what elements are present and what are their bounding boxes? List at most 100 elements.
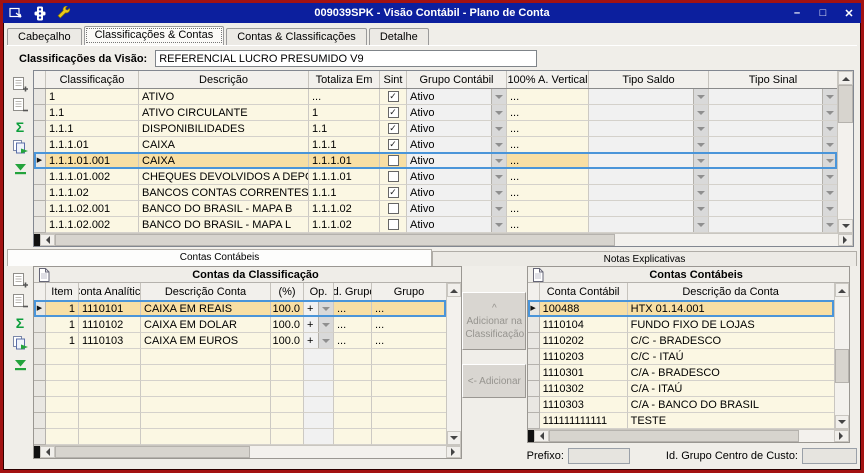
dropdown-icon[interactable] (491, 121, 506, 136)
dropdown-icon[interactable] (822, 105, 837, 120)
dropdown-icon[interactable] (318, 333, 333, 348)
table-row[interactable]: 1110303 C/A - BANCO DO BRASIL (528, 397, 834, 413)
table-row[interactable]: 1110203 C/C - ITAÚ (528, 349, 834, 365)
dropdown-icon[interactable] (822, 169, 837, 184)
sum-icon[interactable]: Σ (11, 118, 29, 135)
table-row[interactable]: 1 1110103 CAIXA EM EUROS 100.0 + ... ... (34, 333, 446, 349)
tab-contas-classificacoes[interactable]: Contas & Classificações (226, 28, 367, 45)
right-grid-vscrollbar[interactable] (834, 283, 849, 429)
sint-checkbox[interactable]: ✓ (388, 107, 399, 118)
tab-classificacoes-contas[interactable]: Classificações & Contas (84, 26, 225, 45)
col-descricao[interactable]: Descrição (139, 71, 309, 88)
add-record-icon[interactable] (11, 272, 29, 289)
table-row[interactable]: 1.1.1.02.002 BANCO DO BRASIL - MAPA L 1.… (34, 217, 837, 233)
left-grid-hscrollbar[interactable] (34, 445, 461, 458)
tab-notas-explicativas[interactable]: Notas Explicativas (432, 251, 857, 266)
dropdown-icon[interactable] (822, 153, 837, 168)
col-grupo[interactable]: Grupo (372, 283, 446, 300)
dropdown-icon[interactable] (491, 153, 506, 168)
dropdown-icon[interactable] (693, 89, 708, 104)
sint-checkbox[interactable]: ✓ (388, 139, 399, 150)
table-row[interactable]: ▶ 100488 HTX 01.14.001 (528, 301, 834, 317)
table-row[interactable]: 1.1.1.01.002 CHEQUES DEVOLVIDOS A DEPOSI… (34, 169, 837, 185)
table-row[interactable]: 1.1.1 DISPONIBILIDADES 1.1 ✓ Ativo ... (34, 121, 837, 137)
dropdown-icon[interactable] (491, 105, 506, 120)
dropdown-icon[interactable] (693, 169, 708, 184)
sum-icon[interactable]: Σ (11, 314, 29, 331)
dropdown-icon[interactable] (693, 217, 708, 232)
sint-checkbox[interactable] (388, 171, 399, 182)
dropdown-icon[interactable] (491, 217, 506, 232)
table-row[interactable]: 1.1.1.02.001 BANCO DO BRASIL - MAPA B 1.… (34, 201, 837, 217)
adicionar-button[interactable]: <- Adicionar (462, 364, 526, 398)
table-row[interactable]: 1110202 C/C - BRADESCO (528, 333, 834, 349)
dropdown-icon[interactable] (693, 201, 708, 216)
col-item[interactable]: Item (46, 283, 79, 300)
col-op[interactable]: Op. (304, 283, 334, 300)
dropdown-icon[interactable] (822, 121, 837, 136)
sint-checkbox[interactable] (388, 203, 399, 214)
table-row[interactable]: 1110302 C/A - ITAÚ (528, 381, 834, 397)
copy-export-icon[interactable] (11, 139, 29, 156)
classification-grid-hscrollbar[interactable] (34, 233, 853, 246)
tab-cabecalho[interactable]: Cabeçalho (7, 28, 82, 45)
table-row[interactable]: 1.1 ATIVO CIRCULANTE 1 ✓ Ativo ... (34, 105, 837, 121)
table-row[interactable]: ▶ 1 1110101 CAIXA EM REAIS 100.0 + ... .… (34, 301, 446, 317)
table-row[interactable] (34, 429, 446, 445)
dropdown-icon[interactable] (491, 169, 506, 184)
prefixo-input[interactable] (568, 448, 630, 464)
table-row[interactable] (34, 397, 446, 413)
table-row[interactable]: 1 ATIVO ... ✓ Ativo ... (34, 89, 837, 105)
col-totaliza-em[interactable]: Totaliza Em (309, 71, 380, 88)
goto-last-icon[interactable] (11, 160, 29, 177)
dropdown-icon[interactable] (693, 185, 708, 200)
tab-detalhe[interactable]: Detalhe (369, 28, 429, 45)
tab-contas-contabeis[interactable]: Contas Contábeis (7, 249, 432, 266)
dropdown-icon[interactable] (693, 153, 708, 168)
dropdown-icon[interactable] (822, 185, 837, 200)
col-id-grupo[interactable]: Id. Grupo (334, 283, 372, 300)
classification-grid-vscrollbar[interactable] (837, 71, 853, 233)
dropdown-icon[interactable] (318, 317, 333, 332)
col-descricao-da-conta[interactable]: Descrição da Conta (628, 283, 834, 300)
sint-checkbox[interactable] (388, 155, 399, 166)
left-grid-vscrollbar[interactable] (446, 283, 461, 445)
add-record-icon[interactable] (11, 76, 29, 93)
id-grupo-centro-custo-input[interactable] (802, 448, 857, 464)
table-row[interactable]: 1.1.1.02 BANCOS CONTAS CORRENTES 1.1.1 ✓… (34, 185, 837, 201)
dropdown-icon[interactable] (822, 201, 837, 216)
dropdown-icon[interactable] (491, 89, 506, 104)
col-tipo-saldo[interactable]: Tipo Saldo (589, 71, 709, 88)
col-descricao-conta[interactable]: Descrição Conta (141, 283, 271, 300)
dropdown-icon[interactable] (491, 137, 506, 152)
classificacao-visao-input[interactable] (155, 50, 537, 67)
delete-record-icon[interactable] (11, 97, 29, 114)
col-grupo-contabil[interactable]: Grupo Contábil (407, 71, 507, 88)
close-button[interactable]: ✕ (841, 7, 857, 20)
sint-checkbox[interactable]: ✓ (388, 123, 399, 134)
goto-last-icon[interactable] (11, 356, 29, 373)
sint-checkbox[interactable] (388, 219, 399, 230)
table-row[interactable] (34, 365, 446, 381)
dropdown-icon[interactable] (491, 201, 506, 216)
table-row[interactable]: 1110301 C/A - BRADESCO (528, 365, 834, 381)
table-row[interactable]: 1 1110102 CAIXA EM DOLAR 100.0 + ... ... (34, 317, 446, 333)
right-grid-hscrollbar[interactable] (528, 429, 849, 442)
delete-record-icon[interactable] (11, 293, 29, 310)
dropdown-icon[interactable] (822, 217, 837, 232)
col-sint[interactable]: Sint (380, 71, 407, 88)
table-row[interactable]: 111111111111 TESTE (528, 413, 834, 429)
dropdown-icon[interactable] (318, 301, 333, 316)
table-row[interactable] (34, 381, 446, 397)
dropdown-icon[interactable] (693, 121, 708, 136)
col-conta-analitica[interactable]: Conta Analítica (79, 283, 141, 300)
maximize-button[interactable]: □ (815, 7, 831, 20)
table-row[interactable]: ▶ 1.1.1.01.001 CAIXA 1.1.1.01 Ativo ... (34, 153, 837, 169)
col-pct[interactable]: (%) (271, 283, 304, 300)
dropdown-icon[interactable] (693, 137, 708, 152)
col-conta-contabil[interactable]: Conta Contábil (540, 283, 628, 300)
col-tipo-sinal[interactable]: Tipo Sinal (709, 71, 837, 88)
table-row[interactable] (34, 413, 446, 429)
dropdown-icon[interactable] (693, 105, 708, 120)
table-row[interactable]: 1110104 FUNDO FIXO DE LOJAS (528, 317, 834, 333)
